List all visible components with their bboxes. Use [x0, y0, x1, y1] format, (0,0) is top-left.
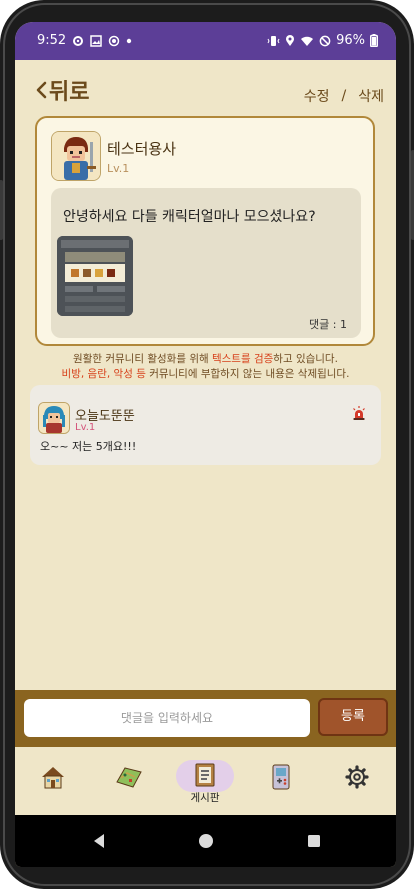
system-navigation-bar	[15, 815, 396, 867]
location-icon	[286, 34, 295, 46]
post-actions: 수정 / 삭제	[304, 86, 384, 106]
post-title: 안녕하세요 다들 캐릭터얼마나 모으셨나요?	[63, 209, 316, 225]
notice-highlight: 텍스트를 검증	[211, 353, 274, 365]
back-label: 뒤로	[49, 80, 90, 105]
back-triangle-icon[interactable]	[87, 829, 111, 853]
settings-icon	[73, 35, 84, 46]
bottom-nav: 게시판	[15, 747, 396, 815]
post-author-name: 테스터용사	[107, 140, 177, 158]
app-screen: 9:52 96% 뒤로 수정 / 삭제 테스터용사 Lv.1 안녕하세요 다들 …	[15, 22, 396, 867]
notice-highlight: 비방, 음란, 악성 등	[61, 368, 146, 380]
edit-button[interactable]: 수정	[304, 86, 330, 106]
notice-text: 커뮤니티에 부합하지 않는 내용은 삭제됩니다.	[145, 368, 350, 380]
board-icon	[195, 763, 215, 787]
phone-frame: 9:52 96% 뒤로 수정 / 삭제 테스터용사 Lv.1 안녕하세요 다들 …	[0, 0, 414, 889]
comment-item: 오늘도뚠뚠 Lv.1 오~~ 저는 5개요!!!	[30, 385, 381, 465]
notice-text: 하고 있습니다.	[273, 353, 338, 365]
comment-author-level: Lv.1	[75, 422, 96, 433]
battery-percent: 96%	[336, 33, 365, 48]
action-separator: /	[341, 88, 347, 104]
map-icon	[116, 767, 142, 788]
moderation-notice: 원활한 커뮤니티 활성화를 위해 텍스트를 검증하고 있습니다. 비방, 음란,…	[15, 352, 396, 382]
back-button[interactable]: 뒤로	[35, 74, 89, 106]
comment-text: 오~~ 저는 5개요!!!	[40, 440, 137, 453]
top-bar: 뒤로 수정 / 삭제	[15, 60, 396, 120]
notice-line-1: 원활한 커뮤니티 활성화를 위해 텍스트를 검증하고 있습니다.	[15, 352, 396, 367]
delete-button[interactable]: 삭제	[358, 86, 384, 106]
comment-author-avatar	[38, 402, 70, 434]
report-button[interactable]	[351, 405, 367, 421]
chevron-left-icon	[36, 81, 47, 99]
notice-line-2: 비방, 음란, 악성 등 커뮤니티에 부합하지 않는 내용은 삭제됩니다.	[15, 367, 396, 382]
record-icon	[108, 35, 120, 46]
submit-comment-button[interactable]: 등록	[318, 698, 388, 736]
mage-avatar-icon	[39, 403, 69, 433]
notice-text: 원활한 커뮤니티 활성화를 위해	[73, 353, 212, 365]
status-time: 9:52	[37, 33, 67, 48]
power-button	[0, 180, 3, 240]
post-card: 테스터용사 Lv.1 안녕하세요 다들 캐릭터얼마나 모으셨나요? 댓글: 1	[35, 116, 375, 346]
image-icon	[90, 34, 102, 47]
home-circle-icon[interactable]	[194, 829, 218, 853]
status-bar: 9:52 96%	[15, 22, 396, 60]
house-icon	[42, 767, 64, 789]
screenshot-thumbnail-icon	[57, 236, 133, 316]
nav-label-board: 게시판	[190, 792, 220, 804]
nav-item-game[interactable]	[251, 747, 311, 815]
post-image-thumbnail[interactable]	[57, 236, 133, 316]
post-body: 안녕하세요 다들 캐릭터얼마나 모으셨나요? 댓글: 1	[51, 188, 361, 338]
comment-input[interactable]	[24, 699, 310, 737]
author-avatar	[51, 131, 101, 181]
warrior-avatar-icon	[52, 132, 100, 180]
comment-count: 댓글 : 1	[309, 318, 347, 331]
comment-input-bar: 등록	[15, 690, 396, 747]
post-author-level: Lv.1	[107, 162, 130, 175]
nav-item-settings[interactable]	[327, 747, 387, 815]
battery-icon	[370, 34, 378, 47]
siren-icon	[353, 406, 365, 420]
nav-item-board[interactable]: 게시판	[175, 747, 235, 815]
gear-icon	[345, 765, 369, 789]
vibrate-icon	[267, 35, 280, 46]
dot-icon	[127, 38, 132, 43]
wifi-icon	[301, 36, 314, 46]
recents-square-icon[interactable]	[302, 829, 326, 853]
game-console-icon	[272, 764, 290, 790]
nav-item-map[interactable]	[99, 747, 159, 815]
nav-item-home[interactable]	[23, 747, 83, 815]
do-not-disturb-icon	[319, 35, 331, 46]
